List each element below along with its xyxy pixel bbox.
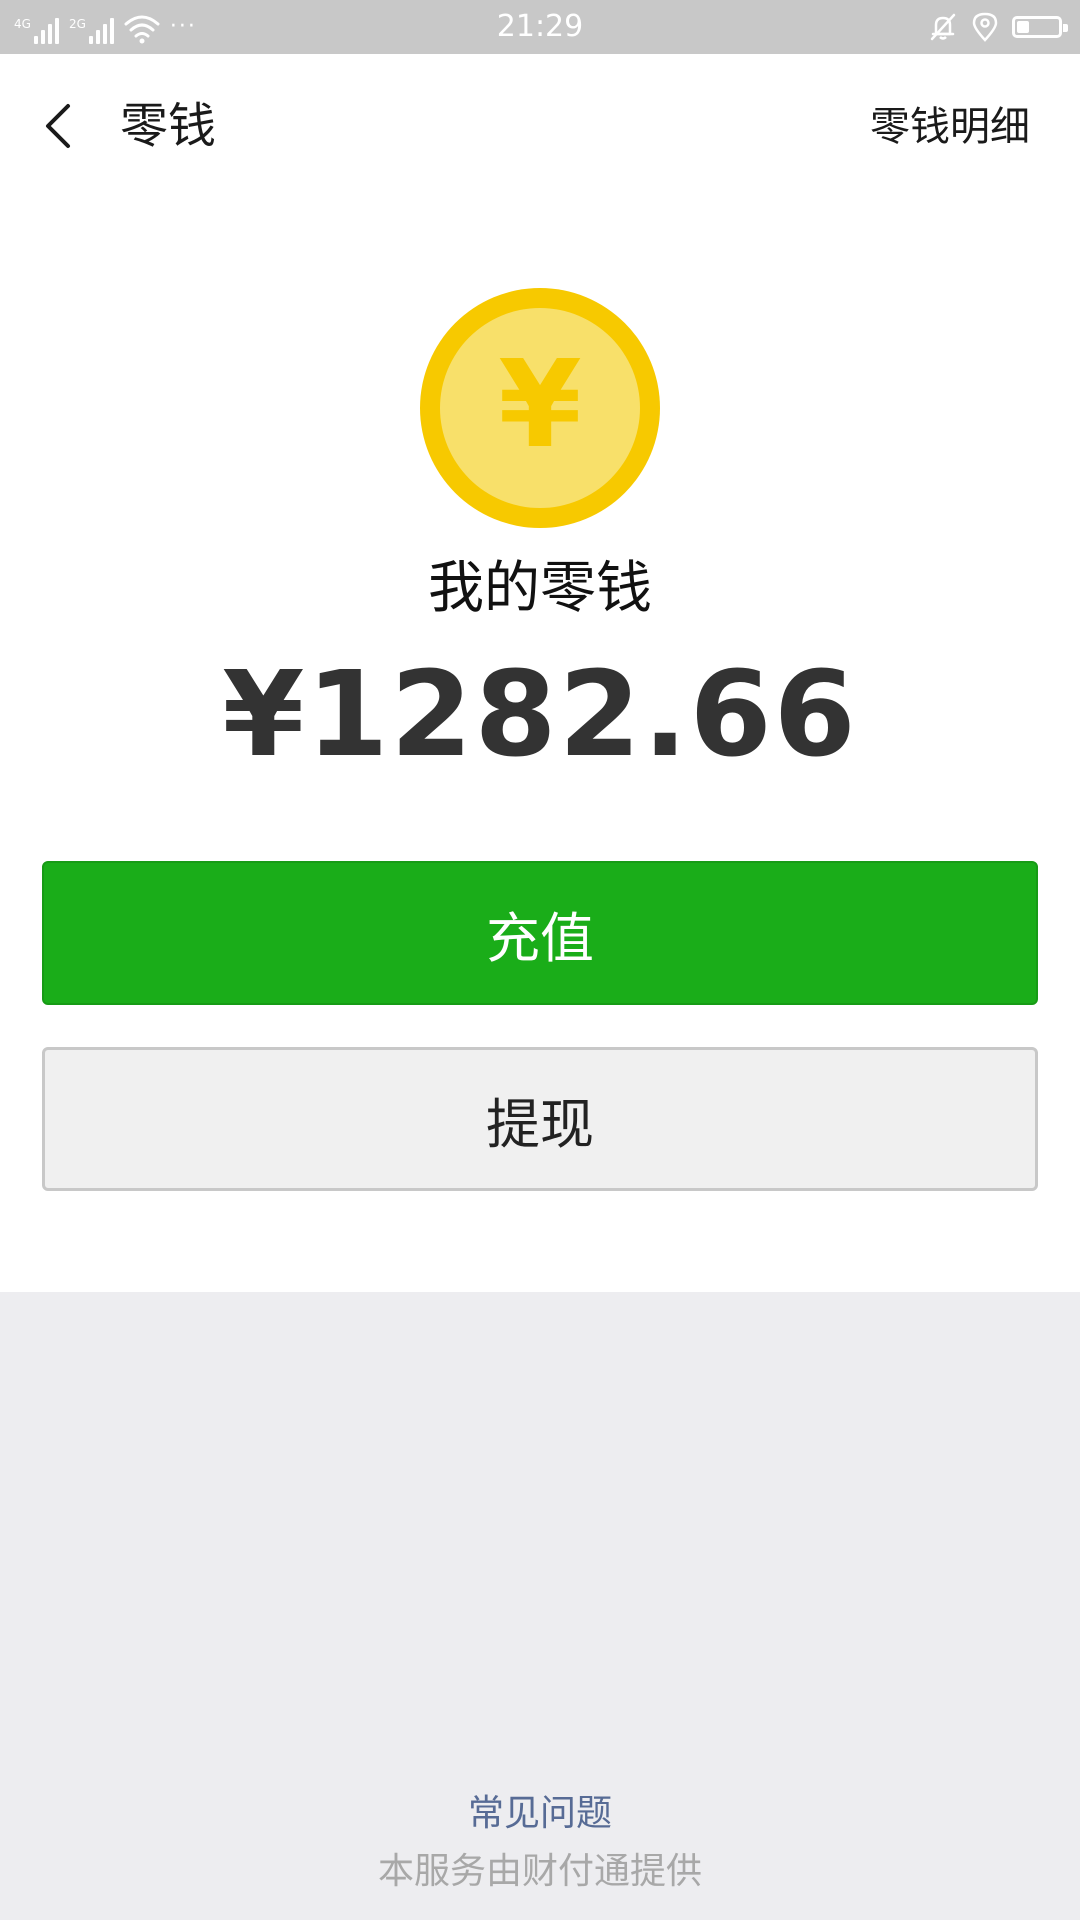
status-bar: 4G 2G ··· 21:29 [0,0,1080,54]
chevron-left-icon [46,104,70,148]
coin-symbol: ¥ [498,336,582,475]
battery-icon [1012,16,1068,38]
battery-level-fill [1017,21,1029,33]
status-time: 21:29 [496,9,584,44]
balance-details-link[interactable]: 零钱明细 [870,100,1030,154]
page-title: 零钱 [120,98,217,154]
recharge-button[interactable]: 充值 [42,861,1038,1005]
service-provider-note: 本服务由财付通提供 [377,1851,702,1892]
balance-amount: ¥1282.66 [222,645,858,783]
wallet-balance-panel: 零钱 零钱明细 ¥ 我的零钱 ¥1282.66 充值 提现 [0,54,1080,1292]
yuan-coin-icon: ¥ [420,288,660,528]
faq-link[interactable]: 常见问题 [0,1790,1080,1838]
balance-label: 我的零钱 [428,556,652,621]
location-icon [972,12,998,42]
page-header: 零钱 零钱明细 [0,54,1080,198]
withdraw-button[interactable]: 提现 [42,1047,1038,1191]
status-indicators-right [928,10,1068,44]
bell-muted-icon [930,13,956,41]
back-button[interactable] [30,96,90,156]
